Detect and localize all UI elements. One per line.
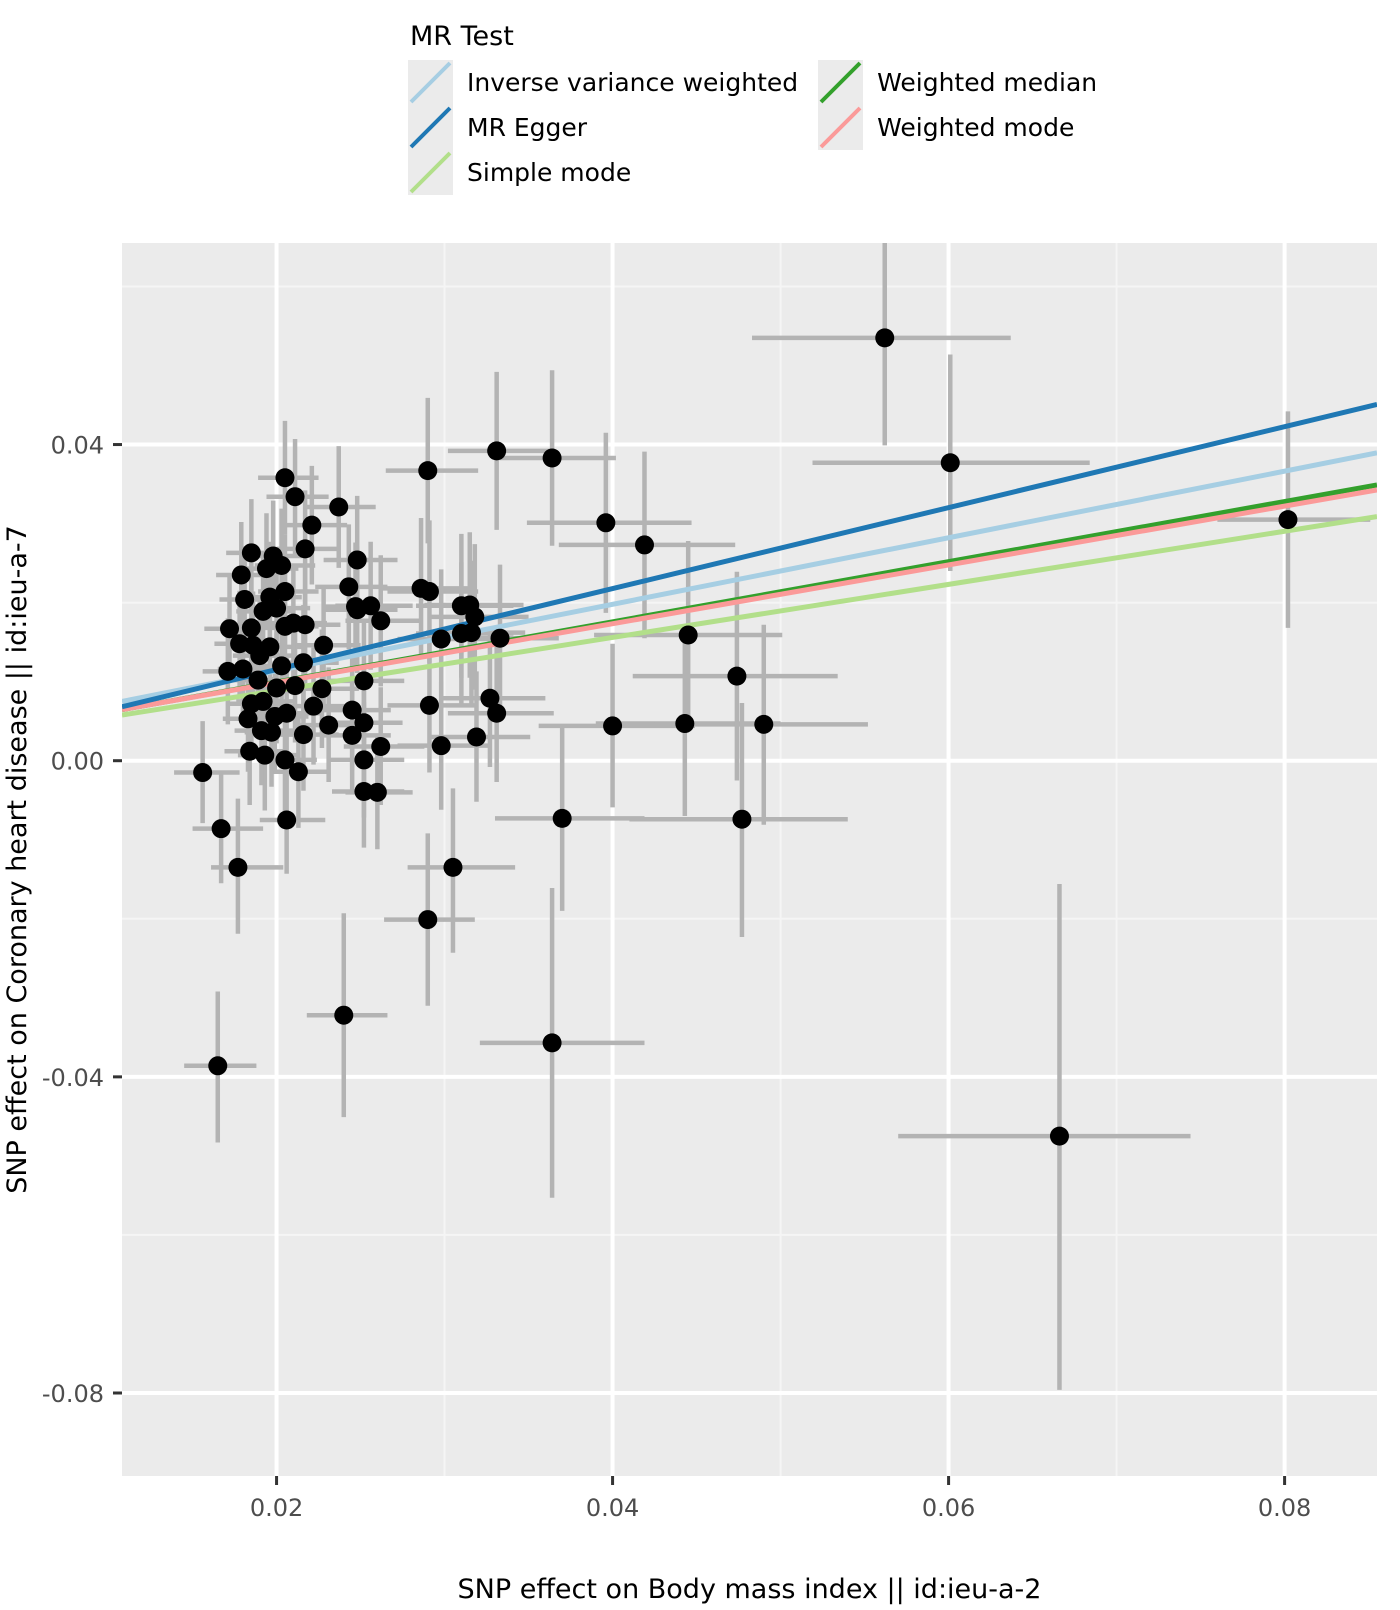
data-point[interactable] (231, 565, 251, 585)
data-point[interactable] (260, 637, 280, 657)
scatter-svg: 0.02 0.04 0.06 0.08 0.04 0.00 -0.04 -0.08 SNP ef… (2, 243, 1377, 1605)
mr-scatter-plot-page: MR Test Inverse variance weighted MR Egg… (0, 0, 1400, 1610)
data-point[interactable] (875, 328, 895, 348)
data-point[interactable] (443, 857, 463, 877)
data-point[interactable] (241, 618, 261, 638)
ytick-label: -0.04 (42, 1064, 104, 1092)
data-point[interactable] (419, 582, 439, 602)
data-point[interactable] (367, 782, 387, 802)
data-point[interactable] (542, 448, 562, 468)
data-point[interactable] (346, 597, 366, 617)
data-point[interactable] (347, 550, 367, 570)
xtick-label: 0.02 (250, 1494, 303, 1522)
data-point[interactable] (277, 703, 297, 723)
data-point[interactable] (211, 819, 231, 839)
data-point[interactable] (253, 691, 273, 711)
data-point[interactable] (285, 676, 305, 696)
data-point[interactable] (732, 809, 752, 829)
data-point[interactable] (418, 461, 438, 481)
data-point[interactable] (419, 695, 439, 715)
data-point[interactable] (418, 910, 438, 930)
data-point[interactable] (1049, 1126, 1069, 1146)
data-point[interactable] (295, 539, 315, 559)
data-point[interactable] (727, 666, 747, 686)
xtick-label: 0.08 (1258, 1494, 1311, 1522)
data-point[interactable] (1278, 510, 1298, 530)
data-point[interactable] (461, 623, 481, 643)
data-point[interactable] (480, 688, 500, 708)
xtick-label: 0.06 (922, 1494, 975, 1522)
data-point[interactable] (460, 595, 480, 615)
data-point[interactable] (295, 615, 315, 635)
data-point[interactable] (193, 763, 213, 783)
data-point[interactable] (228, 857, 248, 877)
data-point[interactable] (603, 716, 623, 736)
data-point[interactable] (314, 635, 334, 655)
data-point[interactable] (293, 653, 313, 673)
ytick-label: -0.08 (42, 1380, 104, 1408)
data-point[interactable] (285, 487, 305, 507)
data-point[interactable] (220, 619, 240, 639)
data-point[interactable] (263, 546, 283, 566)
plot-area: 0.02 0.04 0.06 0.08 0.04 0.00 -0.04 -0.08 SNP ef… (0, 0, 1400, 1610)
ytick-label: 0.04 (51, 432, 104, 460)
data-point[interactable] (312, 679, 332, 699)
data-point[interactable] (275, 750, 295, 770)
data-point[interactable] (275, 468, 295, 488)
data-point[interactable] (754, 714, 774, 734)
data-point[interactable] (542, 1033, 562, 1053)
y-axis-title: SNP effect on Coronary heart disease || … (2, 525, 33, 1194)
data-point[interactable] (267, 678, 287, 698)
data-point[interactable] (596, 513, 616, 533)
x-axis-title: SNP effect on Body mass index || id:ieu-… (458, 1574, 1042, 1605)
data-point[interactable] (371, 736, 391, 756)
data-point[interactable] (275, 582, 295, 602)
data-point[interactable] (329, 497, 349, 517)
xtick-label: 0.04 (586, 1494, 639, 1522)
panel-background (122, 243, 1377, 1476)
data-point[interactable] (466, 727, 486, 747)
data-point[interactable] (293, 725, 313, 745)
data-point[interactable] (334, 1005, 354, 1025)
data-point[interactable] (302, 515, 322, 535)
data-point[interactable] (208, 1056, 228, 1076)
data-point[interactable] (675, 714, 695, 734)
data-point[interactable] (940, 453, 960, 473)
data-point[interactable] (431, 629, 451, 649)
data-point[interactable] (272, 656, 292, 676)
data-point[interactable] (255, 745, 275, 765)
data-point[interactable] (354, 671, 374, 691)
data-point[interactable] (634, 535, 654, 555)
data-point[interactable] (262, 722, 282, 742)
data-point[interactable] (487, 441, 507, 461)
ytick-label: 0.00 (51, 748, 104, 776)
data-point[interactable] (490, 628, 510, 648)
data-point[interactable] (678, 625, 698, 645)
data-point[interactable] (248, 670, 268, 690)
data-point[interactable] (354, 750, 374, 770)
data-point[interactable] (319, 715, 339, 735)
data-point[interactable] (243, 635, 263, 655)
data-point[interactable] (304, 696, 324, 716)
data-point[interactable] (342, 700, 362, 720)
data-point[interactable] (241, 543, 261, 563)
data-point[interactable] (277, 810, 297, 830)
data-point[interactable] (235, 589, 255, 609)
data-point[interactable] (552, 808, 572, 828)
data-point[interactable] (339, 577, 359, 597)
data-point[interactable] (431, 736, 451, 756)
data-point[interactable] (233, 659, 253, 679)
